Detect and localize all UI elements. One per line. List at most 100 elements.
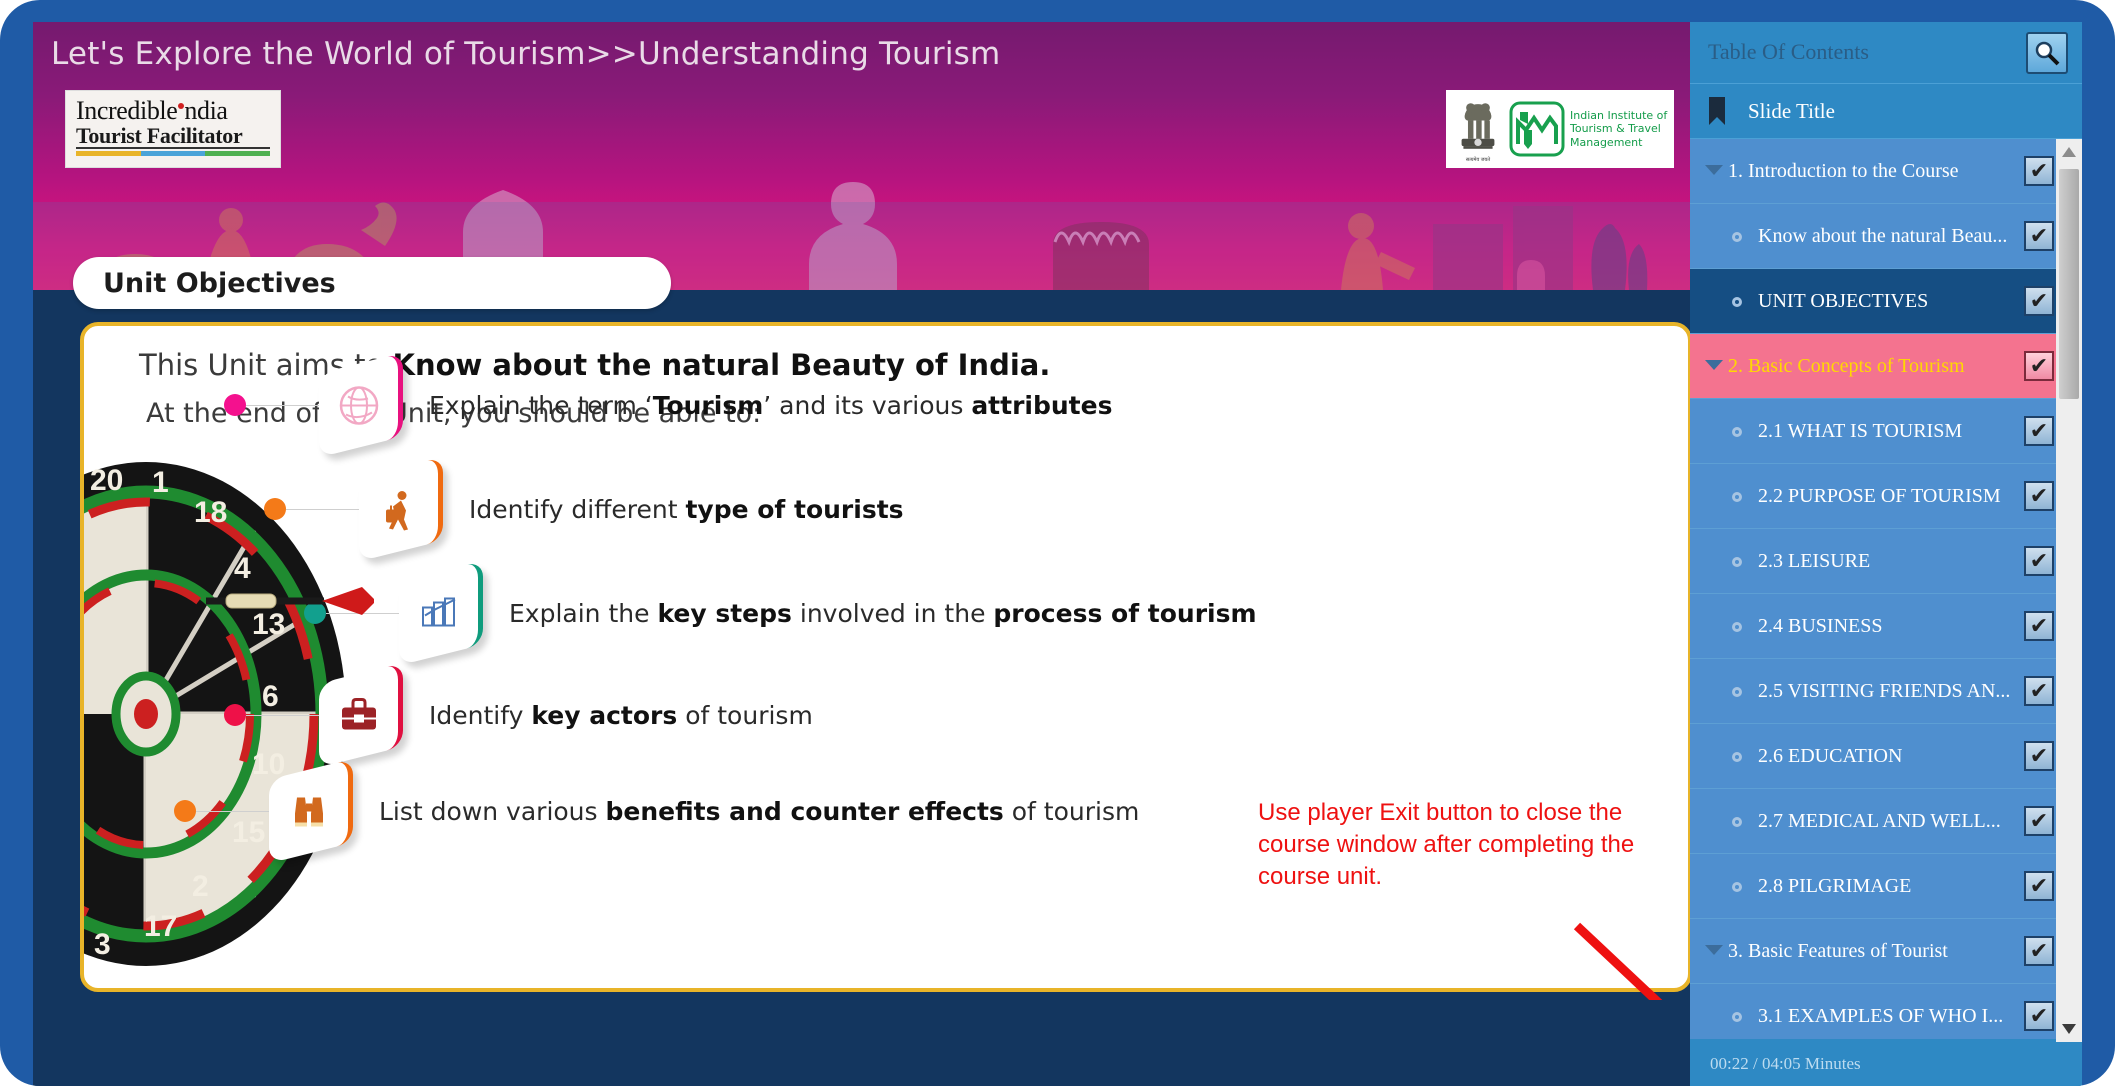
objective-dot [174, 800, 196, 822]
completion-checkbox[interactable]: ✔ [2024, 481, 2054, 511]
chart-steps-icon [417, 592, 461, 636]
bullet-circle-icon [1732, 622, 1742, 632]
walking-tourist-icon [377, 488, 421, 532]
objective-row: Explain the term ‘Tourism’ and its vario… [224, 352, 1113, 458]
emblem-caption: सत्यमेव जयते [1465, 157, 1491, 163]
completion-checkbox[interactable]: ✔ [2024, 351, 2054, 381]
toc-item-label: 3. Basic Features of Tourist [1728, 939, 1948, 962]
completion-checkbox[interactable]: ✔ [2024, 611, 2054, 641]
bullet-circle-icon [1732, 232, 1742, 242]
toc-title: Table Of Contents [1708, 39, 1869, 64]
toc-item[interactable]: Know about the natural Beau... ✔ [1690, 204, 2082, 269]
objective-icon-tile [269, 758, 353, 864]
toc-slide-title-row[interactable]: Slide Title [1690, 84, 2082, 139]
binoculars-icon [287, 790, 331, 834]
toc-item[interactable]: 1. Introduction to the Course ✔ [1690, 139, 2082, 204]
completion-checkbox[interactable]: ✔ [2024, 1001, 2054, 1031]
toc-item-label: 2.3 LEISURE [1758, 549, 1871, 572]
objective-dot [224, 394, 246, 416]
completion-checkbox[interactable]: ✔ [2024, 156, 2054, 186]
toc-scrollbar[interactable] [2056, 139, 2082, 1042]
objective-icon-tile [319, 352, 403, 458]
toc-item-label: Know about the natural Beau... [1758, 224, 2008, 247]
iittm-mark-icon [1509, 101, 1565, 157]
toc-item[interactable]: 2. Basic Concepts of Tourism ✔ [1690, 334, 2082, 399]
completion-checkbox[interactable]: ✔ [2024, 416, 2054, 446]
completion-checkbox[interactable]: ✔ [2024, 221, 2054, 251]
slide-banner: Let's Explore the World of Tourism>>Unde… [33, 22, 1690, 290]
objective-text: Explain the term ‘Tourism’ and its vario… [429, 390, 1113, 420]
completion-checkbox[interactable]: ✔ [2024, 936, 2054, 966]
scrollbar-thumb[interactable] [2059, 169, 2079, 399]
toc-item-label: 2.2 PURPOSE OF TOURISM [1758, 484, 2001, 507]
dart-icon [206, 587, 374, 615]
toc-item[interactable]: 2.8 PILGRIMAGE ✔ [1690, 854, 2082, 919]
search-icon[interactable] [2026, 32, 2068, 74]
time-elapsed-total: 00:22 / 04:05 Minutes [1710, 1054, 1861, 1073]
objective-icon-tile [319, 662, 403, 768]
objective-row: Explain the key steps involved in the pr… [304, 560, 1257, 666]
chevron-down-icon[interactable] [1705, 945, 1723, 955]
chevron-down-icon[interactable] [1705, 165, 1723, 175]
completion-checkbox[interactable]: ✔ [2024, 871, 2054, 901]
toc-item-label: 2.7 MEDICAL AND WELL... [1758, 809, 2001, 832]
toc-item[interactable]: 2.7 MEDICAL AND WELL... ✔ [1690, 789, 2082, 854]
logo-line1: Incredible [76, 96, 178, 125]
toc-item-label: 2.6 EDUCATION [1758, 744, 1903, 767]
logo-color-bars [76, 151, 271, 157]
bullet-circle-icon [1732, 492, 1742, 502]
completion-checkbox[interactable]: ✔ [2024, 741, 2054, 771]
objective-text: Explain the key steps involved in the pr… [509, 598, 1257, 628]
objective-icon-tile [399, 560, 483, 666]
globe-icon [336, 383, 382, 429]
svg-text:18: 18 [194, 496, 227, 529]
breadcrumb: Let's Explore the World of Tourism>>Unde… [51, 36, 1001, 72]
toc-item[interactable]: 2.5 VISITING FRIENDS AN... ✔ [1690, 659, 2082, 724]
objective-row: List down various benefits and counter e… [174, 758, 1140, 864]
toc-slide-title-label: Slide Title [1748, 98, 1835, 123]
completion-checkbox[interactable]: ✔ [2024, 286, 2054, 316]
slide-stage: Let's Explore the World of Tourism>>Unde… [33, 22, 1690, 1000]
objective-row: Identify key actors of tourism [224, 662, 813, 768]
toc-item[interactable]: 3. Basic Features of Tourist ✔ [1690, 919, 2082, 984]
toc-item-label: 2.8 PILGRIMAGE [1758, 874, 1912, 897]
bookmark-icon [1709, 97, 1725, 125]
svg-text:1: 1 [152, 466, 169, 499]
toc-item-label: 2. Basic Concepts of Tourism [1728, 354, 1965, 377]
logo-line2: Tourist Facilitator [76, 124, 270, 150]
toc-item[interactable]: 2.2 PURPOSE OF TOURISM ✔ [1690, 464, 2082, 529]
svg-text:2: 2 [192, 870, 209, 903]
completion-checkbox[interactable]: ✔ [2024, 806, 2054, 836]
objective-row: Identify different type of tourists [264, 456, 904, 562]
briefcase-icon [337, 694, 381, 738]
chevron-down-icon[interactable] [1705, 360, 1723, 370]
incredible-india-logo: Incredible ndia Tourist Facilitator [65, 90, 281, 168]
toc-item[interactable]: 3.1 EXAMPLES OF WHO I... ✔ [1690, 984, 2082, 1039]
bullet-circle-icon [1732, 752, 1742, 762]
completion-checkbox[interactable]: ✔ [2024, 546, 2054, 576]
toc-item[interactable]: 2.4 BUSINESS ✔ [1690, 594, 2082, 659]
bullet-circle-icon [1732, 1012, 1742, 1022]
toc-item-label: 3.1 EXAMPLES OF WHO I... [1758, 1004, 2004, 1027]
bullet-circle-icon [1732, 882, 1742, 892]
annotation-text: Use player Exit button to close the cour… [1258, 799, 1635, 890]
toc-item[interactable]: 2.1 WHAT IS TOURISM ✔ [1690, 399, 2082, 464]
iittm-logo-text: Indian Institute of Tourism & Travel Man… [1570, 108, 1668, 149]
ashoka-emblem-icon: सत्यमेव जयते [1452, 95, 1504, 163]
toc-item[interactable]: 2.6 EDUCATION ✔ [1690, 724, 2082, 789]
objective-text: List down various benefits and counter e… [379, 796, 1140, 826]
scroll-down-icon[interactable] [2056, 1016, 2082, 1042]
objective-text: Identify different type of tourists [469, 494, 904, 524]
toc-item-label: UNIT OBJECTIVES [1758, 289, 1929, 312]
toc-list: 1. Introduction to the Course ✔ Know about… [1690, 139, 2082, 1039]
svg-text:20: 20 [90, 464, 123, 497]
toc-item-label: 2.5 VISITING FRIENDS AN... [1758, 679, 2011, 702]
iittm-logo: सत्यमेव जयते Indian Institute of Tourism… [1446, 90, 1674, 168]
logo-line1b: ndia [184, 96, 228, 125]
toc-item[interactable]: 2.3 LEISURE ✔ [1690, 529, 2082, 594]
objective-dot [224, 704, 246, 726]
scroll-up-icon[interactable] [2056, 139, 2082, 165]
completion-checkbox[interactable]: ✔ [2024, 676, 2054, 706]
toc-header: Table Of Contents [1690, 22, 2082, 84]
toc-item[interactable]: UNIT OBJECTIVES ✔ [1690, 269, 2082, 334]
